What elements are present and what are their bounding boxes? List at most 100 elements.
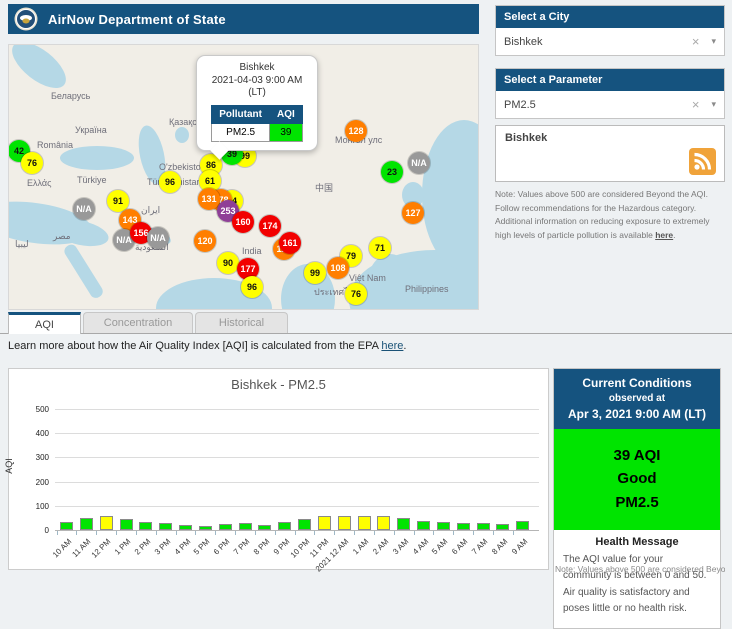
popup-aqi-value: 39 bbox=[269, 122, 303, 142]
conditions-title: Current Conditions bbox=[582, 376, 692, 390]
chart-x-tick bbox=[393, 531, 395, 535]
conditions-datetime: Apr 3, 2021 9:00 AM (LT) bbox=[567, 407, 707, 421]
popup-city: Bishkek bbox=[239, 62, 275, 73]
conditions-category: Good bbox=[617, 470, 657, 488]
rss-icon[interactable] bbox=[689, 148, 716, 175]
select-city-panel: Select a City Bishkek × ▾ bbox=[495, 5, 725, 56]
chevron-down-icon[interactable]: ▾ bbox=[711, 36, 716, 47]
aqi-marker[interactable]: 90 bbox=[217, 252, 239, 274]
chart-x-tick bbox=[175, 531, 177, 535]
aqi-marker[interactable]: 174 bbox=[259, 215, 281, 237]
aqi-marker[interactable]: 127 bbox=[402, 202, 424, 224]
chart-x-tick bbox=[116, 531, 117, 535]
aqi-marker[interactable]: N/A bbox=[408, 152, 430, 174]
chart-x-tick bbox=[195, 531, 197, 535]
chart-x-tick bbox=[473, 531, 474, 535]
city-select-value[interactable]: Bishkek bbox=[504, 36, 692, 48]
aqi-marker[interactable]: 120 bbox=[194, 230, 216, 252]
aqi-marker[interactable]: 71 bbox=[369, 237, 391, 259]
tab-historical[interactable]: Historical bbox=[195, 312, 288, 333]
map-country-label: ليبيا bbox=[15, 239, 29, 249]
chart-bar bbox=[159, 523, 173, 530]
map-country-label: India bbox=[242, 246, 262, 256]
chart-bar bbox=[139, 521, 153, 530]
chart-bar bbox=[317, 515, 331, 530]
aqi-marker[interactable]: 161 bbox=[279, 232, 301, 254]
chevron-down-icon[interactable]: ▾ bbox=[711, 99, 716, 110]
app-header: AirNow Department of State bbox=[8, 4, 479, 34]
chart-bar bbox=[179, 524, 192, 530]
tab-aqi[interactable]: AQI bbox=[8, 312, 81, 334]
parameter-select-value[interactable]: PM2.5 bbox=[504, 99, 692, 111]
health-message-text: The AQI value for your community is betw… bbox=[563, 553, 707, 615]
aqi-marker[interactable]: 160 bbox=[232, 211, 254, 233]
chart-x-tick bbox=[492, 531, 494, 535]
aqi-marker[interactable]: N/A bbox=[73, 198, 95, 220]
map-popup: Bishkek 2021-04-03 9:00 AM (LT) Pollutan… bbox=[196, 55, 318, 160]
chart-bar bbox=[298, 518, 311, 530]
parameter-select[interactable]: PM2.5 × ▾ bbox=[496, 91, 724, 118]
health-message: Health Message The AQI value for your co… bbox=[554, 530, 720, 628]
chart-bar bbox=[476, 523, 490, 530]
aqi-marker[interactable]: 99 bbox=[304, 262, 326, 284]
popup-col-aqi: AQI bbox=[269, 104, 303, 124]
chart-y-tick: 100 bbox=[35, 501, 49, 511]
chart-x-tick bbox=[334, 531, 336, 535]
aqi-marker[interactable]: 108 bbox=[327, 257, 349, 279]
chart-bar bbox=[79, 518, 93, 530]
map-country-label: România bbox=[37, 140, 74, 150]
aqi-marker[interactable]: 76 bbox=[21, 152, 43, 174]
map-country-label: Việt Nam bbox=[349, 273, 386, 283]
learn-more-suffix: . bbox=[403, 340, 407, 352]
us-seal-icon bbox=[14, 7, 38, 31]
learn-more-text: Learn more about how the Air Quality Ind… bbox=[8, 340, 406, 352]
chart-bar bbox=[516, 520, 530, 530]
chart-bar bbox=[337, 515, 351, 530]
chart-x-tick bbox=[135, 531, 137, 535]
learn-more-link[interactable]: here bbox=[381, 340, 403, 352]
chart-bar bbox=[60, 522, 73, 530]
city-select[interactable]: Bishkek × ▾ bbox=[496, 28, 724, 55]
chart-bar bbox=[119, 518, 133, 530]
popup-col-pollutant: Pollutant bbox=[211, 104, 270, 124]
aqi-marker[interactable]: 96 bbox=[159, 171, 181, 193]
chart-gridline bbox=[55, 433, 539, 435]
chart-bar bbox=[278, 522, 292, 530]
chart-x-tick bbox=[294, 531, 296, 535]
chart-gridline bbox=[55, 505, 539, 507]
chart-panel: Bishkek - PM2.5 AQI 0 100 200 300 400 500 10 A… bbox=[4, 368, 549, 574]
sidebar-note: Note: Values above 500 are considered Be… bbox=[495, 188, 725, 242]
chart-x-tick bbox=[373, 531, 375, 535]
feed-box: Bishkek bbox=[495, 125, 725, 182]
chart-bar bbox=[436, 522, 450, 530]
conditions-header: Current Conditions observed at Apr 3, 20… bbox=[554, 369, 720, 429]
chart-x-tick bbox=[155, 531, 157, 535]
chart-plot: 0 100 200 300 400 500 10 AM 11 AM 12 PM 1 PM 2 PM 3… bbox=[9, 369, 548, 574]
aqi-marker[interactable]: 76 bbox=[345, 283, 367, 305]
clear-icon[interactable]: × bbox=[692, 34, 700, 49]
map-country-label: Беларусь bbox=[51, 91, 91, 101]
chart-bar bbox=[258, 524, 272, 530]
tab-bar: AQI Concentration Historical bbox=[8, 312, 288, 334]
aqi-marker[interactable]: 96 bbox=[241, 276, 263, 298]
chart-y-tick: 0 bbox=[44, 526, 49, 535]
sidebar-note-suffix: . bbox=[673, 229, 676, 240]
sidebar-note-link[interactable]: here bbox=[655, 230, 673, 240]
aqi-marker[interactable]: 23 bbox=[381, 161, 403, 183]
map-country-label: ايران bbox=[141, 205, 161, 215]
aqi-marker[interactable]: 128 bbox=[345, 120, 367, 142]
chart-x-tick bbox=[413, 531, 415, 535]
chart-bar bbox=[456, 522, 470, 530]
clear-icon[interactable]: × bbox=[692, 97, 700, 112]
chart-bar bbox=[357, 516, 371, 530]
chart-x-tick bbox=[254, 531, 256, 535]
chart-x-tick bbox=[354, 531, 355, 535]
aqi-marker[interactable]: N/A bbox=[147, 227, 169, 249]
chart-bar bbox=[238, 523, 252, 530]
map-country-label: 中国 bbox=[315, 183, 334, 193]
popup-table: Pollutant AQI PM2.5 39 bbox=[211, 104, 303, 142]
tab-concentration[interactable]: Concentration bbox=[83, 312, 193, 333]
chart-bar bbox=[496, 524, 510, 530]
chart-bar bbox=[397, 518, 411, 530]
current-conditions-panel: Current Conditions observed at Apr 3, 20… bbox=[553, 368, 721, 629]
